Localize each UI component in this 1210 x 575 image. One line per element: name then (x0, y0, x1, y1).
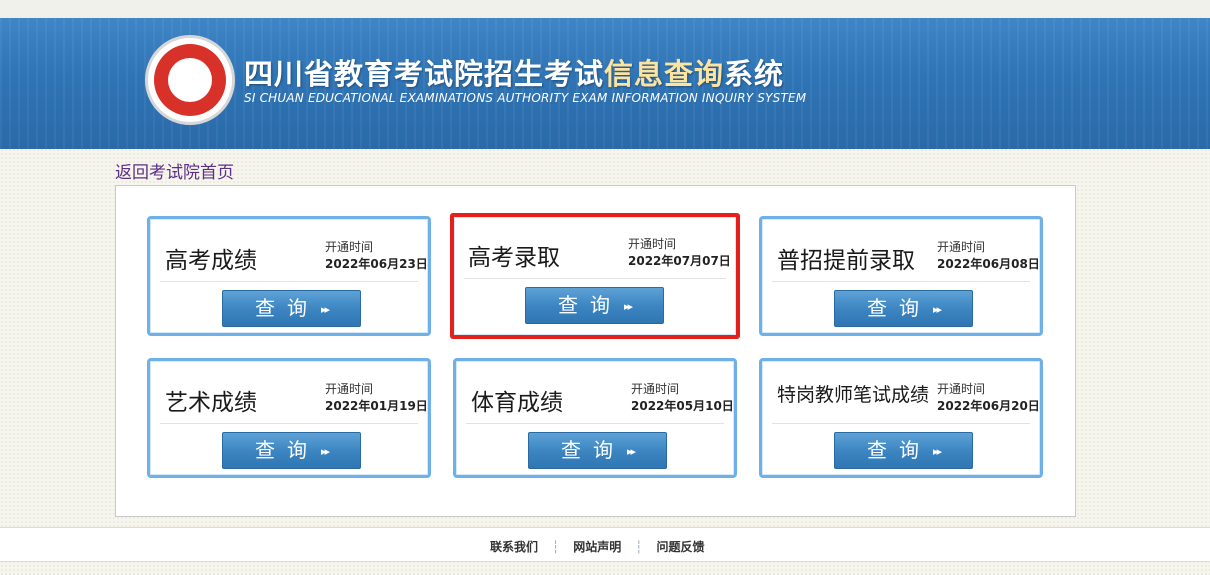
open-date: 2022年06月08日 (937, 257, 1040, 271)
footer-link-feedback[interactable]: 问题反馈 (657, 540, 705, 554)
double-arrow-icon: ▸▸ (932, 445, 942, 458)
open-time-label: 开通时间 (937, 382, 986, 396)
site-subtitle: SI CHUAN EDUCATIONAL EXAMINATIONS AUTHOR… (244, 91, 807, 105)
query-button-label: 查询 (254, 438, 319, 462)
open-date: 2022年07月07日 (628, 254, 731, 268)
site-title: 四川省教育考试院招生考试信息查询系统 (244, 51, 784, 93)
query-button-label: 查询 (254, 296, 319, 320)
divider (772, 423, 1030, 424)
site-title-highlight: 信息查询 (604, 57, 725, 91)
query-button-label: 查询 (557, 293, 622, 317)
double-arrow-icon: ▸▸ (932, 303, 942, 316)
footer-links: 联系我们 ┆ 网站声明 ┆ 问题反馈 (490, 538, 705, 555)
open-time-label: 开通时间 (937, 240, 986, 254)
divider (160, 423, 418, 424)
site-header: 四川省教育考试院招生考试信息查询系统 SI CHUAN EDUCATIONAL … (0, 18, 1210, 149)
open-time-label: 开通时间 (325, 382, 374, 396)
card-title: 普招提前录取 (777, 248, 915, 274)
seal-logo-icon (145, 35, 235, 125)
card-gaokao-score: 高考成绩 开通时间 2022年06月23日 查询 ▸▸ (147, 216, 431, 336)
divider (772, 281, 1030, 282)
query-panel: 高考成绩 开通时间 2022年06月23日 查询 ▸▸ 高考录取 开通时间 202… (115, 185, 1076, 517)
card-art-score: 艺术成绩 开通时间 2022年01月19日 查询 ▸▸ (147, 358, 431, 478)
card-title: 体育成绩 (471, 390, 563, 416)
open-date: 2022年05月10日 (631, 399, 734, 413)
card-sports-score: 体育成绩 开通时间 2022年05月10日 查询 ▸▸ (453, 358, 737, 478)
open-time-label: 开通时间 (631, 382, 680, 396)
top-strip (0, 0, 1210, 19)
query-button[interactable]: 查询 ▸▸ (528, 432, 667, 469)
site-title-main: 四川省教育考试院招生考试 (244, 57, 605, 91)
footer-separator: ┆ (552, 540, 560, 554)
query-button[interactable]: 查询 ▸▸ (834, 290, 973, 327)
footer-separator: ┆ (635, 540, 643, 554)
logo-core (168, 58, 212, 102)
card-early-admission: 普招提前录取 开通时间 2022年06月08日 查询 ▸▸ (759, 216, 1043, 336)
card-teacher-exam-score: 特岗教师笔试成绩 开通时间 2022年06月20日 查询 ▸▸ (759, 358, 1043, 478)
divider (464, 278, 726, 279)
card-title: 艺术成绩 (165, 390, 257, 416)
back-to-home-link[interactable]: 返回考试院首页 (115, 158, 234, 183)
query-button[interactable]: 查询 ▸▸ (525, 287, 664, 324)
card-gaokao-admission: 高考录取 开通时间 2022年07月07日 查询 ▸▸ (450, 213, 740, 339)
query-button-label: 查询 (866, 438, 931, 462)
double-arrow-icon: ▸▸ (320, 445, 330, 458)
double-arrow-icon: ▸▸ (623, 300, 633, 313)
open-date: 2022年06月20日 (937, 399, 1040, 413)
footer-link-statement[interactable]: 网站声明 (573, 540, 621, 554)
logo-ring (154, 44, 226, 116)
card-title: 高考成绩 (165, 248, 257, 274)
query-button[interactable]: 查询 ▸▸ (834, 432, 973, 469)
site-footer: 联系我们 ┆ 网站声明 ┆ 问题反馈 (0, 527, 1210, 562)
query-button-label: 查询 (560, 438, 625, 462)
divider (466, 423, 724, 424)
open-time-label: 开通时间 (628, 237, 677, 251)
open-date: 2022年01月19日 (325, 399, 428, 413)
card-title: 高考录取 (468, 245, 560, 271)
double-arrow-icon: ▸▸ (320, 303, 330, 316)
card-title: 特岗教师笔试成绩 (777, 384, 930, 406)
site-title-tail: 系统 (724, 57, 785, 91)
query-button-label: 查询 (866, 296, 931, 320)
open-time-label: 开通时间 (325, 240, 374, 254)
open-date: 2022年06月23日 (325, 257, 428, 271)
double-arrow-icon: ▸▸ (626, 445, 636, 458)
query-button[interactable]: 查询 ▸▸ (222, 290, 361, 327)
footer-link-contact[interactable]: 联系我们 (490, 540, 538, 554)
divider (160, 281, 418, 282)
query-button[interactable]: 查询 ▸▸ (222, 432, 361, 469)
